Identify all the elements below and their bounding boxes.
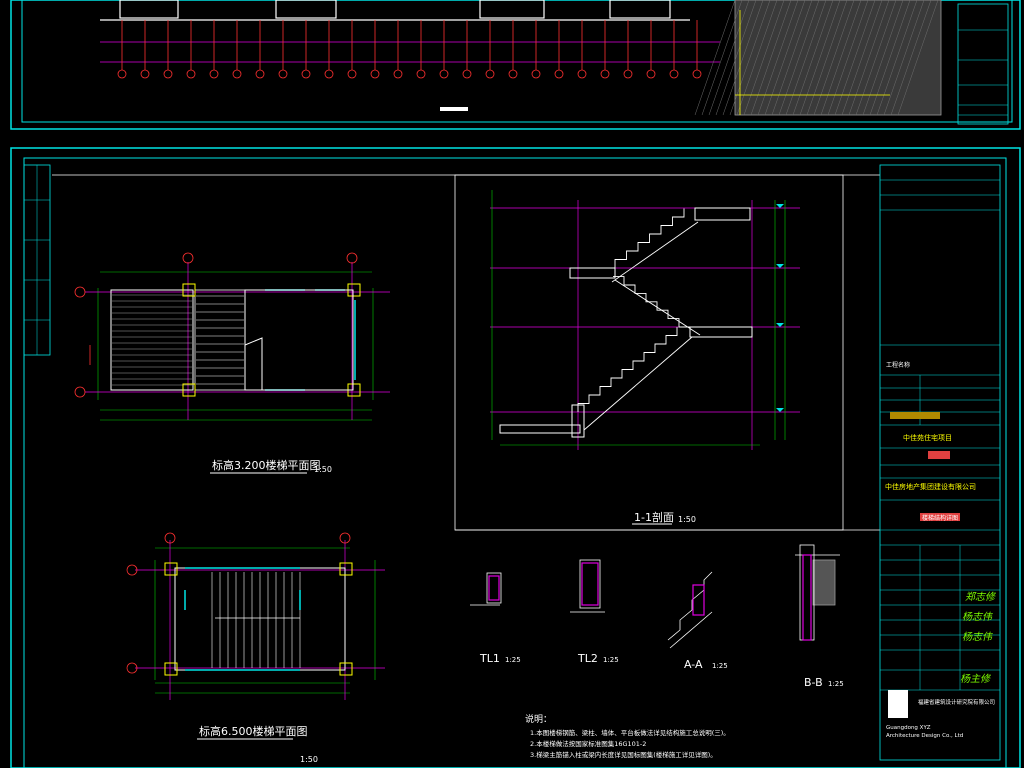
main-sheet-frame: [10, 147, 1021, 768]
axis-bubble: [186, 69, 196, 79]
axis-bubble: [692, 69, 702, 79]
tb-company-en-2: Architecture Design Co., Ltd: [886, 733, 963, 739]
tb-signature-1: 郑志修: [965, 591, 997, 603]
tb-signature-4: 杨主修: [960, 673, 992, 685]
axis-bubble: [508, 69, 518, 79]
notes-block: 说明： 1.本图楼梯钢筋、梁柱、墙体、平台板做法详见结构施工总说明(三)。 2.…: [525, 713, 730, 759]
top-section-hatch: [734, 0, 942, 116]
notes-line-1: 1.本图楼梯钢筋、梁柱、墙体、平台板做法详见结构施工总说明(三)。: [530, 728, 730, 737]
axis-bubble: [485, 69, 495, 79]
detail-tl2-scale: 1:25: [603, 656, 619, 664]
plan-3200-scale: 1:50: [314, 465, 332, 474]
axis-bubble: [301, 69, 311, 79]
axis-bubble: [416, 69, 426, 79]
detail-tl2-title: TL2: [577, 652, 598, 665]
plan-6500: [126, 532, 385, 700]
detail-bb-scale: 1:25: [828, 680, 844, 688]
axis-bubble: [554, 69, 564, 79]
axis-bubble: [370, 69, 380, 79]
detail-tl1-title: TL1: [479, 652, 500, 665]
detail-aa-scale: 1:25: [712, 662, 728, 670]
plan-6500-title: 标高6.500楼梯平面图: [199, 724, 308, 738]
tb-company-en-1: Guangdong XYZ: [886, 725, 931, 731]
axis-bubble: [393, 69, 403, 79]
axis-bubble: [600, 69, 610, 79]
plan-3200-title: 标高3.200楼梯平面图: [212, 458, 321, 472]
tb-drawing-name: 楼梯结构详图: [922, 514, 958, 522]
axis-bubble: [577, 69, 587, 79]
stair-soffit: [611, 221, 699, 283]
section-1-1-scale: 1:50: [678, 515, 696, 524]
notes-line-2: 2.本楼梯做法按国家标准图集16G101-2: [530, 739, 646, 748]
top-plan-grid: [100, 41, 720, 63]
top-plan-walls: [100, 0, 690, 21]
tb-project-label: 工程名称: [886, 361, 910, 369]
cad-drawing-canvas: 标高3.200楼梯平面图 1:50 标高6.500楼梯平面图 1:50 1-1剖…: [10, 0, 1021, 768]
tb-signature-3: 杨志伟: [962, 631, 993, 643]
tb-client-name: 中佳房地产集团建设有限公司: [885, 482, 976, 491]
stair-flight-upper: [614, 208, 685, 268]
stair-flight-middle: [613, 276, 690, 328]
axis-bubble: [163, 69, 173, 79]
plan-6500-scale: 1:50: [300, 755, 318, 764]
axis-bubble: [347, 69, 357, 79]
detail-bb-title: B-B: [804, 676, 823, 689]
axis-bubble: [324, 69, 334, 79]
beam-details: [470, 544, 840, 649]
title-block: [879, 164, 1001, 761]
axis-bubble: [117, 69, 127, 79]
axis-bubble: [462, 69, 472, 79]
tb-signature-2: 杨志伟: [962, 611, 993, 623]
stair-flight-lower: [577, 327, 678, 412]
detail-labels: TL1 1:25 TL2 1:25 A-A 1:25 B-B 1:25: [479, 652, 844, 689]
axis-bubble: [669, 69, 679, 79]
axis-bubble: [439, 69, 449, 79]
axis-bubble: [232, 69, 242, 79]
axis-bubble: [278, 69, 288, 79]
notes-heading: 说明：: [525, 713, 552, 725]
axis-bubble: [623, 69, 633, 79]
section-1-1: [490, 190, 800, 450]
section-1-1-title: 1-1剖面: [634, 510, 674, 524]
detail-aa-title: A-A: [684, 658, 703, 671]
top-axis-bubbles: [117, 20, 702, 79]
plan-3200: [74, 252, 390, 421]
axis-bubble: [209, 69, 219, 79]
detail-tl1-scale: 1:25: [505, 656, 521, 664]
axis-bubble: [646, 69, 656, 79]
axis-bubble: [140, 69, 150, 79]
axis-bubble: [255, 69, 265, 79]
tb-project-name: 中佳苑住宅项目: [903, 433, 952, 442]
top-sheet: [10, 0, 1021, 130]
notes-line-3: 3.梯梁主筋锚入柱或梁内长度详见国标图集(楼梯施工详见详图)。: [530, 750, 717, 759]
axis-bubble: [531, 69, 541, 79]
tb-company-cn: 福建省建筑设计研究院有限公司: [918, 698, 995, 706]
stair-soffit: [583, 336, 693, 431]
